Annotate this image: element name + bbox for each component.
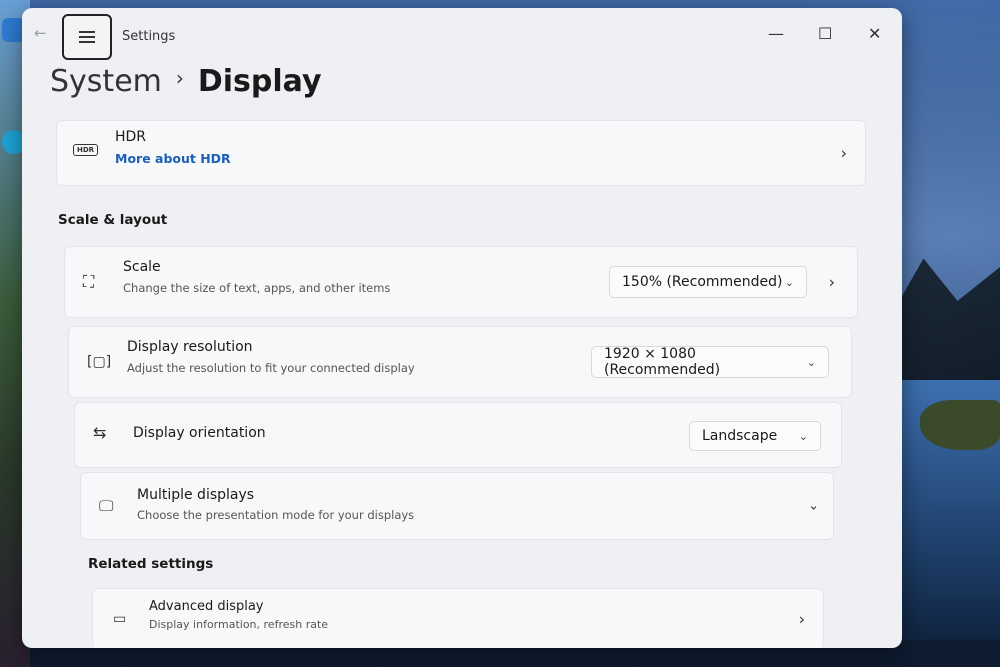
hdr-more-link[interactable]: More about HDR	[115, 151, 231, 166]
scale-subtitle: Change the size of text, apps, and other…	[123, 281, 391, 295]
laptop-icon: ▭	[113, 611, 127, 627]
title-bar: ← Settings — ☐ ✕	[22, 8, 902, 60]
multiple-displays-title: Multiple displays	[137, 487, 255, 503]
resolution-dropdown[interactable]: 1920 × 1080 (Recommended) ⌄	[591, 346, 829, 378]
display-resolution-title: Display resolution	[127, 339, 253, 355]
scale-icon: ⛶	[83, 272, 95, 291]
advanced-display-title: Advanced display	[149, 599, 264, 614]
scale-value: 150% (Recommended)	[622, 274, 783, 290]
breadcrumb: System › Display	[50, 64, 322, 99]
resolution-icon: [▢]	[87, 354, 112, 370]
chevron-right-icon[interactable]: ›	[829, 273, 835, 292]
advanced-display-card[interactable]: ▭ Advanced display Display information, …	[92, 588, 824, 648]
hdr-icon: HDR	[73, 137, 99, 156]
wallpaper-island	[920, 400, 1000, 450]
chevron-right-icon: ›	[840, 143, 847, 163]
display-orientation-title: Display orientation	[133, 425, 266, 441]
page-title: Display	[197, 64, 322, 99]
app-title: Settings	[122, 29, 176, 44]
scale-title: Scale	[123, 259, 161, 275]
hdr-card[interactable]: HDR HDR More about HDR ›	[56, 120, 866, 186]
orientation-icon: ⇆	[93, 423, 107, 442]
scale-dropdown[interactable]: 150% (Recommended) ⌄	[609, 266, 807, 298]
back-button[interactable]: ←	[34, 24, 47, 42]
section-related-settings: Related settings	[88, 556, 214, 572]
orientation-value: Landscape	[702, 428, 778, 444]
display-resolution-card[interactable]: [▢] Display resolution Adjust the resolu…	[68, 326, 852, 398]
maximize-button[interactable]: ☐	[818, 24, 832, 43]
multiple-displays-card[interactable]: 🖵 Multiple displays Choose the presentat…	[80, 472, 834, 540]
scale-card[interactable]: ⛶ Scale Change the size of text, apps, a…	[64, 246, 858, 318]
settings-window: ← Settings — ☐ ✕ System › Display HDR HDR …	[22, 8, 902, 648]
minimize-button[interactable]: —	[768, 24, 784, 43]
multiple-displays-icon: 🖵	[99, 497, 114, 515]
display-resolution-subtitle: Adjust the resolution to fit your connec…	[127, 361, 415, 375]
chevron-down-icon[interactable]: ⌄	[808, 499, 819, 514]
advanced-display-subtitle: Display information, refresh rate	[149, 618, 329, 631]
hamburger-icon	[79, 31, 95, 43]
breadcrumb-separator: ›	[175, 66, 184, 90]
chevron-right-icon: ›	[798, 609, 805, 629]
close-button[interactable]: ✕	[868, 24, 881, 43]
chevron-down-icon: ⌄	[784, 275, 794, 289]
orientation-dropdown[interactable]: Landscape ⌄	[689, 421, 821, 451]
section-scale-layout: Scale & layout	[58, 212, 168, 228]
breadcrumb-system[interactable]: System	[50, 64, 162, 99]
chevron-down-icon: ⌄	[798, 429, 808, 443]
resolution-value: 1920 × 1080 (Recommended)	[604, 346, 721, 378]
navigation-menu-button[interactable]	[62, 14, 112, 60]
display-orientation-card[interactable]: ⇆ Display orientation Landscape ⌄	[74, 402, 842, 468]
multiple-displays-subtitle: Choose the presentation mode for your di…	[137, 508, 415, 522]
hdr-title: HDR	[115, 129, 147, 145]
chevron-down-icon: ⌄	[806, 355, 816, 369]
